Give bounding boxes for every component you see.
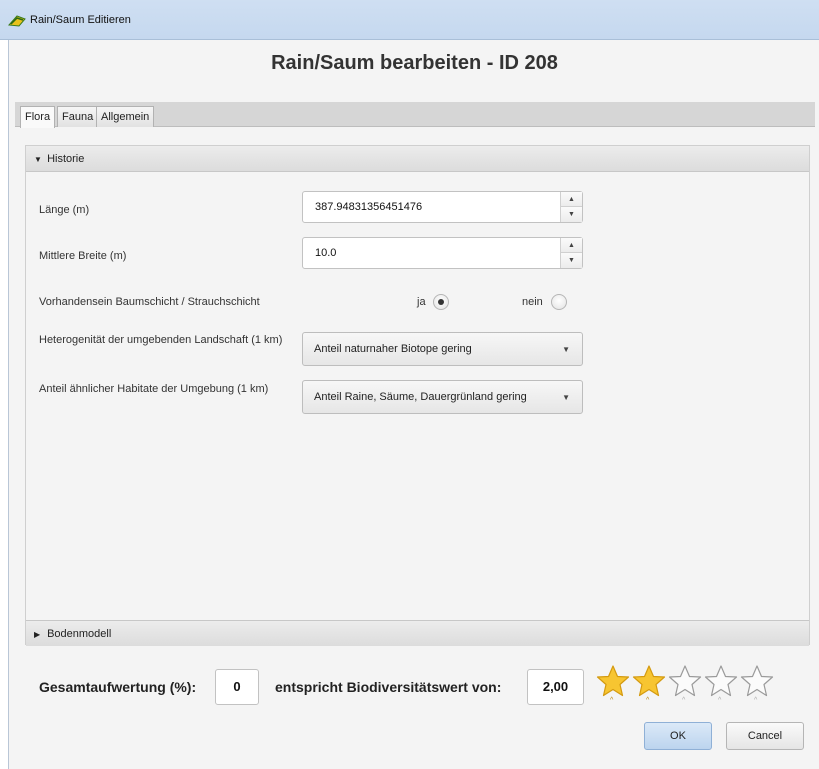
window-title: Rain/Saum Editieren bbox=[30, 14, 131, 26]
tab-flora[interactable]: Flora bbox=[20, 106, 56, 128]
star-caret-icon: ^ bbox=[682, 697, 686, 704]
increment-arrow-icon[interactable]: ▲ bbox=[561, 192, 582, 207]
radio-selected-dot bbox=[438, 299, 444, 305]
heterogenitaet-value: Anteil naturnaher Biotope gering bbox=[314, 343, 472, 355]
star-filled-icon[interactable] bbox=[596, 664, 630, 698]
star-caret-icon: ^ bbox=[646, 697, 650, 704]
laenge-spinner-buttons: ▲ ▼ bbox=[560, 192, 582, 222]
decrement-arrow-icon[interactable]: ▼ bbox=[561, 207, 582, 222]
star-caret-icon: ^ bbox=[754, 697, 758, 704]
tab-fauna[interactable]: Fauna bbox=[57, 106, 99, 127]
heterogenitaet-dropdown[interactable]: Anteil naturnaher Biotope gering ▼ bbox=[302, 332, 583, 366]
tab-allgemein[interactable]: Allgemein bbox=[96, 106, 155, 127]
section-historie-header[interactable]: ▼ Historie bbox=[26, 146, 809, 172]
decrement-arrow-icon[interactable]: ▼ bbox=[561, 253, 582, 268]
increment-arrow-icon[interactable]: ▲ bbox=[561, 238, 582, 253]
breite-label: Mittlere Breite (m) bbox=[39, 250, 127, 262]
laenge-value[interactable]: 387.94831356451476 bbox=[315, 201, 422, 213]
habitate-dropdown[interactable]: Anteil Raine, Säume, Dauergrünland gerin… bbox=[302, 380, 583, 414]
habitate-label: Anteil ähnlicher Habitate der Umgebung (… bbox=[39, 383, 269, 395]
app-icon bbox=[8, 15, 26, 27]
radio-nein[interactable] bbox=[551, 294, 567, 310]
tab-bar: Flora Fauna Allgemein bbox=[15, 102, 815, 128]
heterogenitaet-label: Heterogenität der umgebenden Landschaft … bbox=[39, 334, 283, 346]
section-bodenmodell-header[interactable]: ▶ Bodenmodell bbox=[26, 620, 809, 646]
ok-button[interactable]: OK bbox=[644, 722, 712, 750]
star-empty-icon[interactable] bbox=[740, 664, 774, 698]
gesamtaufwertung-field[interactable]: 0 bbox=[215, 669, 259, 705]
breite-spinner[interactable]: 10.0 ▲ ▼ bbox=[302, 237, 583, 269]
flora-panel: ▼ Historie Länge (m) 387.94831356451476 … bbox=[25, 145, 810, 646]
chevron-right-icon: ▶ bbox=[34, 630, 41, 639]
section-bodenmodell-label: Bodenmodell bbox=[47, 628, 112, 640]
gesamtaufwertung-label: Gesamtaufwertung (%): bbox=[39, 679, 197, 695]
cancel-button[interactable]: Cancel bbox=[726, 722, 804, 750]
dialog-heading: Rain/Saum bearbeiten - ID 208 bbox=[271, 52, 558, 74]
star-empty-icon[interactable] bbox=[668, 664, 702, 698]
star-filled-icon[interactable] bbox=[632, 664, 666, 698]
radio-nein-label[interactable]: nein bbox=[522, 296, 543, 308]
star-empty-icon[interactable] bbox=[704, 664, 738, 698]
breite-value[interactable]: 10.0 bbox=[315, 247, 336, 259]
dialog-window: Rain/Saum bearbeiten - ID 208 Flora Faun… bbox=[8, 40, 819, 769]
biodiversitaetswert-field: 2,00 bbox=[527, 669, 584, 705]
laenge-label: Länge (m) bbox=[39, 204, 90, 216]
star-caret-icon: ^ bbox=[610, 697, 614, 704]
star-caret-icon: ^ bbox=[718, 697, 722, 704]
biodiversitaetswert-label: entspricht Biodiversitätswert von: bbox=[275, 679, 502, 695]
habitate-value: Anteil Raine, Säume, Dauergrünland gerin… bbox=[314, 391, 527, 403]
chevron-down-icon: ▼ bbox=[562, 393, 570, 402]
laenge-spinner[interactable]: 387.94831356451476 ▲ ▼ bbox=[302, 191, 583, 223]
baumschicht-label: Vorhandensein Baumschicht / Strauchschic… bbox=[39, 296, 260, 308]
chevron-down-icon: ▼ bbox=[34, 155, 42, 164]
chevron-down-icon: ▼ bbox=[562, 345, 570, 354]
radio-ja-label[interactable]: ja bbox=[417, 296, 426, 308]
section-historie-label: Historie bbox=[47, 153, 85, 165]
breite-spinner-buttons: ▲ ▼ bbox=[560, 238, 582, 268]
radio-ja[interactable] bbox=[433, 294, 449, 310]
window-titlebar: Rain/Saum Editieren bbox=[0, 0, 819, 40]
